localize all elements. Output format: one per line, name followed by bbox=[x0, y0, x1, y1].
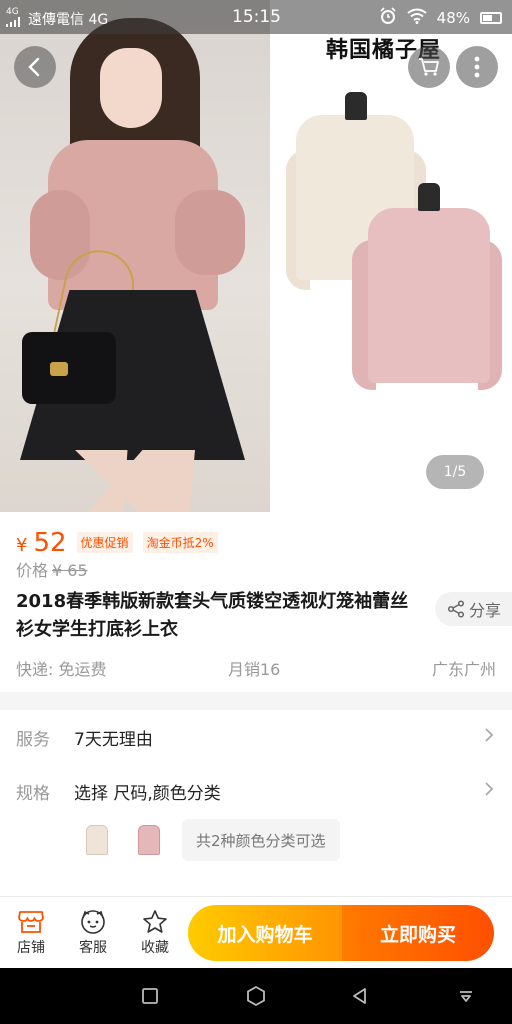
price-row: ¥ 52 优惠促销 淘金币抵2% bbox=[16, 528, 218, 558]
favorite-label: 收藏 bbox=[141, 940, 169, 956]
buy-now-button[interactable]: 立即购买 bbox=[342, 905, 494, 961]
more-vertical-icon bbox=[474, 56, 480, 78]
chevron-right-icon bbox=[484, 727, 494, 748]
more-button[interactable] bbox=[456, 46, 498, 88]
status-bar: 4G 遠傳電信 4G 15:15 48% bbox=[0, 0, 512, 34]
back-button[interactable] bbox=[14, 46, 56, 88]
share-label: 分享 bbox=[469, 601, 502, 620]
system-navigation-bar bbox=[0, 968, 512, 1024]
customer-service-button[interactable]: 客服 bbox=[68, 907, 118, 957]
star-icon bbox=[143, 910, 167, 933]
product-detail-page: 韩国橘子屋 4G 遠傳電信 4G 15:15 48% 1/5 ¥ 52 优惠促销… bbox=[0, 0, 512, 1024]
spec-value: 选择 尺码,颜色分类 bbox=[74, 783, 221, 804]
wifi-icon bbox=[407, 8, 427, 28]
signal-icon: 4G bbox=[6, 8, 22, 30]
battery-percent: 48% bbox=[436, 9, 470, 27]
store-button[interactable]: 店铺 bbox=[6, 907, 56, 957]
section-divider bbox=[0, 692, 512, 710]
recent-apps-button[interactable] bbox=[136, 982, 164, 1010]
original-price-label: 价格 bbox=[16, 561, 49, 580]
add-to-cart-button[interactable]: 加入购物车 bbox=[188, 905, 342, 961]
shipping-info: 快递: 免运费 bbox=[16, 660, 107, 679]
color-thumb-pink[interactable] bbox=[128, 819, 170, 861]
promo-tag: 优惠促销 bbox=[76, 532, 133, 553]
ship-location: 广东广州 bbox=[431, 660, 496, 679]
original-price: ¥ 65 bbox=[52, 561, 88, 580]
hexagon-home-icon bbox=[247, 985, 265, 1007]
triangle-back-icon bbox=[353, 988, 366, 1004]
favorite-button[interactable]: 收藏 bbox=[130, 907, 180, 957]
service-value: 7天无理由 bbox=[74, 729, 153, 750]
product-title: 2018春季韩版新款套头气质镂空透视灯笼袖蕾丝衫女学生打底衫上衣 bbox=[16, 591, 409, 640]
service-chat-icon bbox=[81, 910, 105, 934]
color-thumbnails: 共2种颜色分类可选 bbox=[76, 818, 340, 862]
coin-tag: 淘金币抵2% bbox=[142, 532, 218, 553]
cart-button[interactable] bbox=[408, 46, 450, 88]
back-nav-button[interactable] bbox=[346, 982, 374, 1010]
clock: 15:15 bbox=[232, 7, 281, 27]
currency-symbol: ¥ bbox=[16, 535, 28, 556]
service-row[interactable]: 服务 7天无理由 bbox=[16, 712, 496, 762]
pull-down-icon bbox=[460, 991, 472, 1002]
service-label: 客服 bbox=[79, 940, 107, 956]
battery-icon bbox=[480, 12, 502, 24]
chevron-left-icon bbox=[28, 57, 40, 77]
alarm-icon bbox=[379, 7, 397, 29]
store-label: 店铺 bbox=[17, 940, 45, 956]
chevron-right-icon bbox=[484, 781, 494, 802]
monthly-sales: 月销16 bbox=[228, 660, 281, 679]
store-icon bbox=[18, 911, 44, 933]
square-icon bbox=[142, 988, 158, 1004]
share-button[interactable]: 分享 bbox=[435, 592, 512, 626]
color-thumb-beige[interactable] bbox=[76, 819, 118, 861]
spec-row[interactable]: 规格 选择 尺码,颜色分类 bbox=[16, 766, 496, 816]
current-price: 52 bbox=[33, 528, 67, 558]
carrier-name: 遠傳電信 4G bbox=[28, 12, 109, 28]
cart-icon bbox=[419, 58, 439, 76]
notification-shade-button[interactable] bbox=[452, 982, 480, 1010]
service-label: 服务 bbox=[16, 729, 50, 750]
color-count-chip[interactable]: 共2种颜色分类可选 bbox=[182, 819, 340, 861]
share-icon bbox=[447, 600, 465, 618]
image-pager: 1/5 bbox=[426, 455, 484, 489]
home-button[interactable] bbox=[242, 982, 270, 1010]
bottom-action-bar: 店铺 客服 收藏 加入购物车 立即购买 bbox=[0, 897, 512, 967]
original-price-row: 价格 ¥ 65 bbox=[16, 557, 88, 581]
spec-label: 规格 bbox=[16, 783, 50, 804]
